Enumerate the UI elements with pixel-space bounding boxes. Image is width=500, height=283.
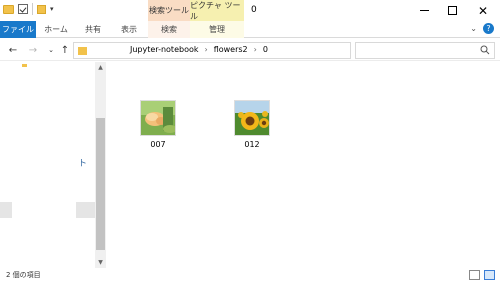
details-view-icon[interactable] xyxy=(469,270,480,280)
file-name[interactable]: 007 xyxy=(150,140,165,149)
scrollbar-thumb[interactable] xyxy=(96,118,105,250)
toolbar-divider xyxy=(32,3,33,15)
breadcrumb: Jupyter-notebook › flowers2 › 0 xyxy=(130,45,268,54)
flower-photo-thumbnail[interactable] xyxy=(140,100,176,136)
navigation-pane-scrollbar[interactable]: ▲ ▼ xyxy=(95,62,106,268)
address-toolbar: ← → ⌄ ↑ Jupyter-notebook › flowers2 › 0 … xyxy=(0,39,500,61)
help-icon[interactable]: ? xyxy=(483,23,494,34)
folder-icon xyxy=(3,4,14,14)
folder-icon[interactable] xyxy=(22,64,27,67)
close-button[interactable]: ✕ xyxy=(466,0,500,21)
window-title: 0 xyxy=(251,5,257,15)
close-icon: ✕ xyxy=(477,3,489,18)
breadcrumb-item[interactable]: Jupyter-notebook xyxy=(130,45,199,54)
nav-item-label[interactable]: ト xyxy=(78,156,87,169)
large-icons-view-icon[interactable] xyxy=(484,270,495,280)
breadcrumb-item[interactable]: 0 xyxy=(263,45,268,54)
properties-icon[interactable] xyxy=(18,4,28,14)
status-bar: 2 個の項目 xyxy=(0,268,500,283)
up-button[interactable]: ↑ xyxy=(58,42,72,58)
search-tools-context-label: 検索ツール xyxy=(148,0,190,21)
chevron-right-icon[interactable]: › xyxy=(254,45,257,54)
file-item[interactable]: 012 xyxy=(222,100,282,149)
tab-home[interactable]: ホーム xyxy=(39,21,73,38)
scroll-down-icon[interactable]: ▼ xyxy=(95,257,106,268)
title-bar: ▾ 検索ツール ピクチャ ツール 0 ✕ xyxy=(0,0,500,21)
back-button[interactable]: ← xyxy=(6,42,20,58)
address-field[interactable]: Jupyter-notebook › flowers2 › 0 ⌄ ↻ xyxy=(73,42,421,59)
maximize-button[interactable] xyxy=(438,0,466,21)
tab-file[interactable]: ファイル xyxy=(0,21,36,38)
file-list-area[interactable]: 007 012 xyxy=(106,62,500,268)
forward-button[interactable]: → xyxy=(26,42,40,58)
tab-share[interactable]: 共有 xyxy=(78,21,108,38)
tab-view[interactable]: 表示 xyxy=(112,21,146,38)
sunflower-photo-thumbnail[interactable] xyxy=(234,100,270,136)
breadcrumb-item[interactable]: flowers2 xyxy=(214,45,248,54)
customize-toolbar-dropdown-icon[interactable]: ▾ xyxy=(50,5,54,13)
sunflower-image xyxy=(235,101,269,135)
flower-image xyxy=(141,101,175,135)
search-icon xyxy=(480,45,490,55)
tab-search[interactable]: 検索 xyxy=(148,21,190,38)
tab-manage[interactable]: 管理 xyxy=(190,21,244,38)
ribbon-controls: ⌄ ? xyxy=(470,23,494,34)
nav-selection-highlight[interactable] xyxy=(76,202,95,218)
expand-ribbon-icon[interactable]: ⌄ xyxy=(470,24,477,33)
folder-icon xyxy=(78,46,87,55)
file-name[interactable]: 012 xyxy=(244,140,259,149)
scroll-up-icon[interactable]: ▲ xyxy=(95,62,106,73)
navigation-pane: ト xyxy=(0,62,95,268)
picture-tools-context-label: ピクチャ ツール xyxy=(190,0,244,21)
minimize-button[interactable] xyxy=(410,0,438,21)
file-item[interactable]: 007 xyxy=(128,100,188,149)
new-folder-icon[interactable] xyxy=(37,4,46,14)
search-input[interactable] xyxy=(355,42,495,59)
minimize-icon xyxy=(419,10,429,11)
view-toggle xyxy=(469,270,495,280)
ribbon-tabs: ファイル ホーム 共有 表示 検索 管理 ⌄ ? xyxy=(0,21,500,38)
item-count-text: 2 個の項目 xyxy=(6,271,41,279)
maximize-icon xyxy=(447,6,457,15)
chevron-right-icon[interactable]: › xyxy=(205,45,208,54)
nav-selection-highlight[interactable] xyxy=(0,202,12,218)
recent-locations-dropdown-icon[interactable]: ⌄ xyxy=(44,42,58,58)
quick-access-toolbar: ▾ xyxy=(3,3,54,15)
